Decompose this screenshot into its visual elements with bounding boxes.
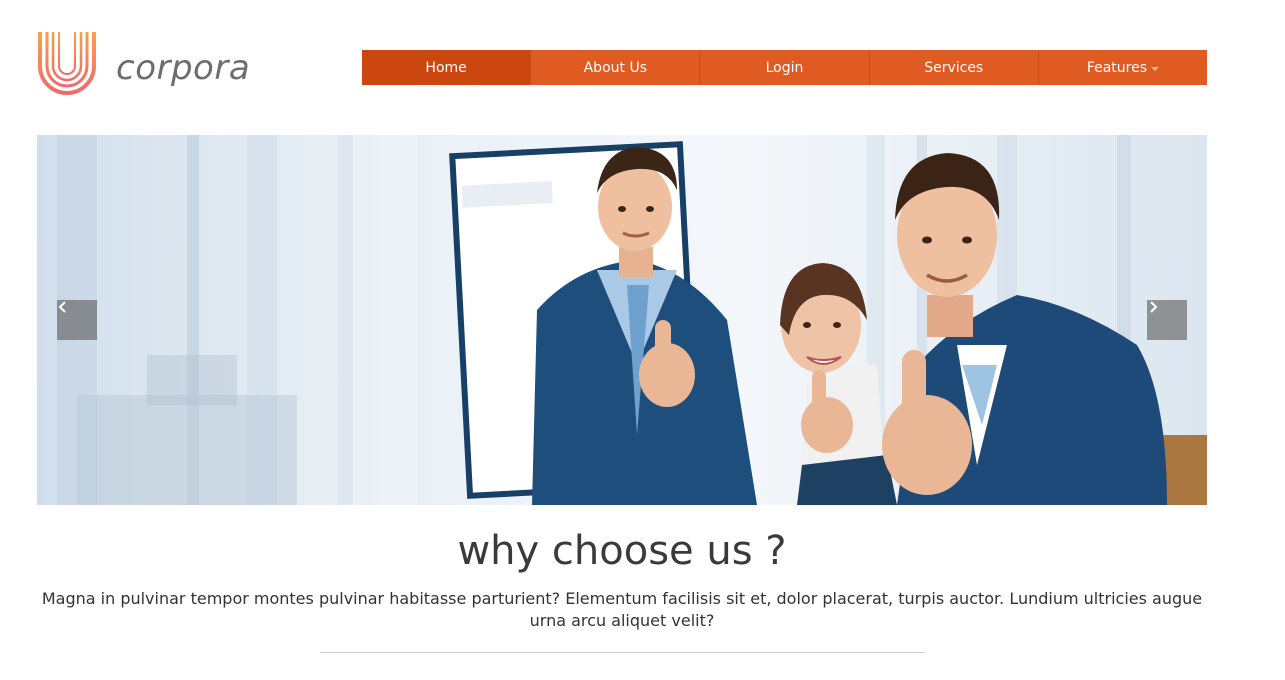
nav-item-login[interactable]: Login: [700, 50, 870, 85]
logo-u-mark-icon: [38, 32, 96, 95]
chevron-left-icon: [58, 301, 66, 313]
nav-item-label: Login: [765, 59, 804, 76]
logo-text: corpora: [116, 48, 251, 88]
carousel-next-button[interactable]: [1147, 300, 1187, 340]
nav-item-services[interactable]: Services: [870, 50, 1039, 85]
nav-item-home[interactable]: Home: [362, 50, 532, 85]
nav-item-label: Home: [425, 59, 467, 76]
nav-item-label: About Us: [583, 59, 647, 76]
hero-carousel: [37, 135, 1207, 505]
nav-item-features[interactable]: Features: [1039, 50, 1207, 85]
caret-down-icon: [1151, 66, 1160, 71]
main-nav: Home About Us Login Services Features: [362, 50, 1207, 85]
hero-slide-image: [37, 135, 1207, 505]
nav-item-label: Features: [1086, 59, 1148, 76]
section-divider: [320, 652, 925, 653]
nav-item-label: Services: [924, 59, 984, 76]
section-heading: why choose us ?: [457, 528, 787, 574]
nav-item-about-us[interactable]: About Us: [531, 50, 701, 85]
section-intro-text: Magna in pulvinar tempor montes pulvinar…: [41, 589, 1203, 630]
chevron-right-icon: [1150, 301, 1158, 313]
site-logo[interactable]: corpora: [36, 30, 266, 96]
carousel-prev-button[interactable]: [57, 300, 97, 340]
